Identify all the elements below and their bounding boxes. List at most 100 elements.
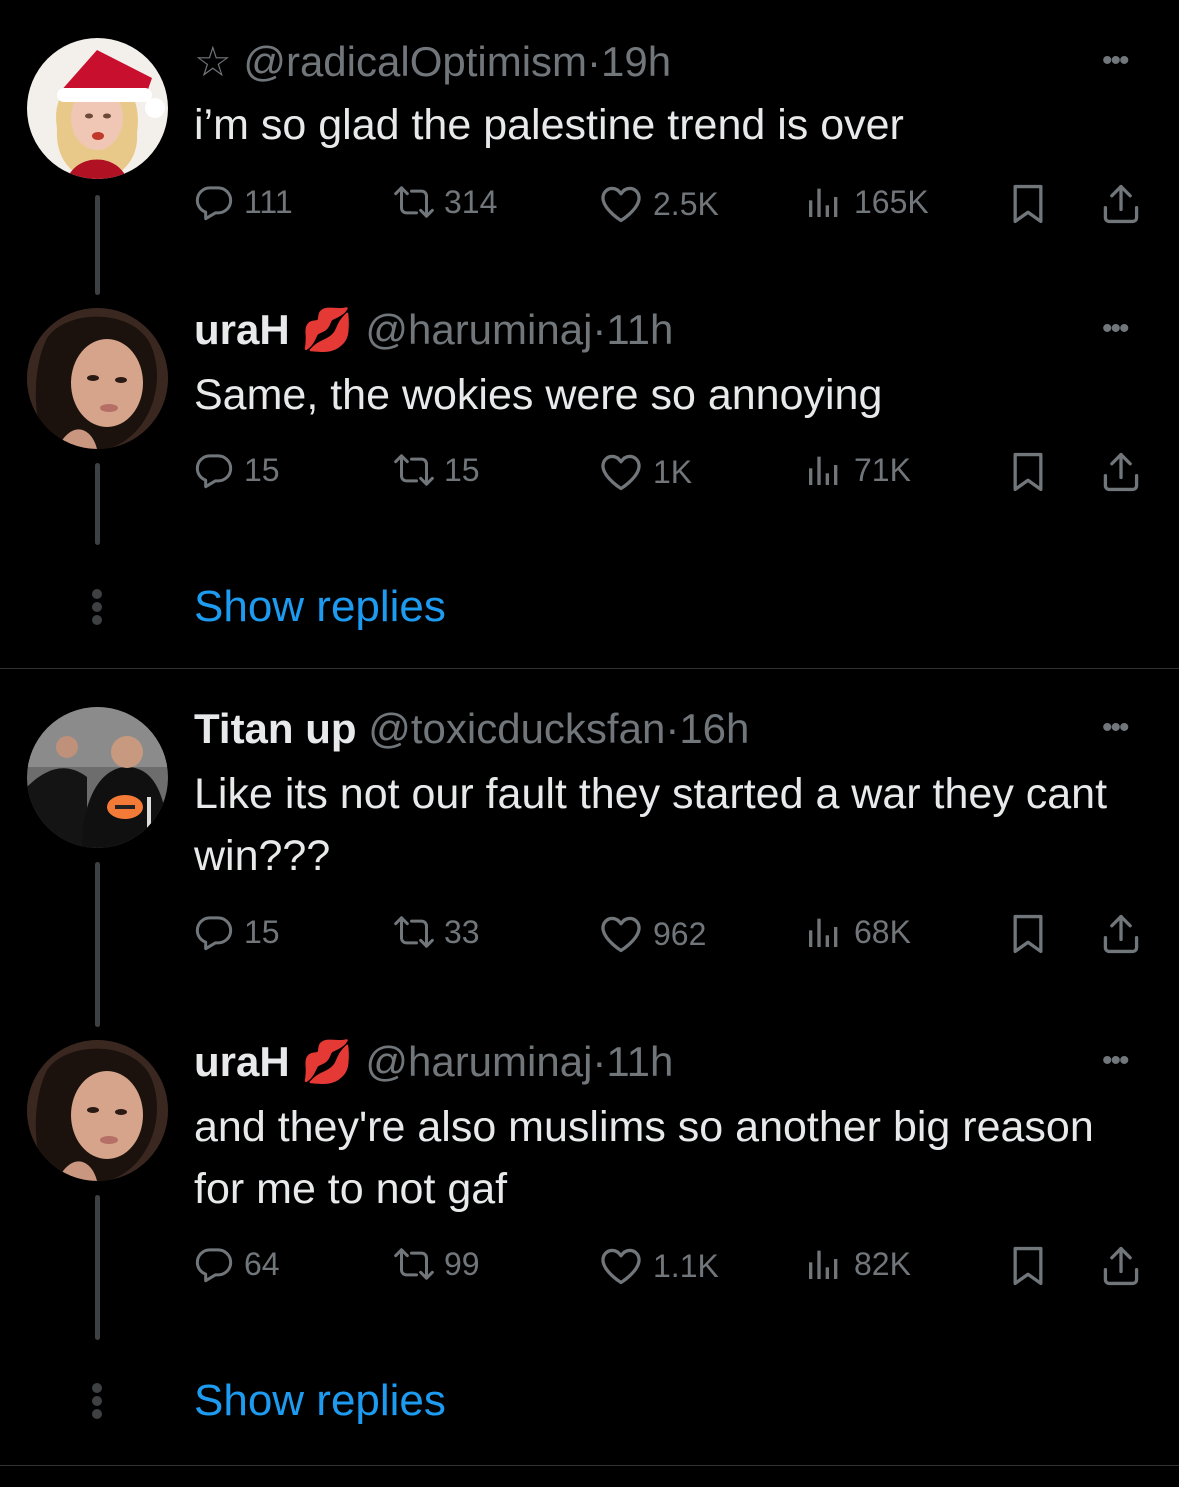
tweet-actions: 15 33 962 68K: [194, 912, 1154, 962]
like-button[interactable]: 1K: [599, 450, 692, 494]
tweet-text: and they're also muslims so another big …: [194, 1103, 1094, 1213]
share-icon: [1099, 182, 1143, 226]
retweet-icon: [394, 450, 434, 490]
like-button[interactable]: 1.1K: [599, 1244, 719, 1288]
retweet-count: 33: [444, 913, 480, 950]
share-button[interactable]: [1099, 182, 1153, 226]
user-handle[interactable]: @haruminaj: [365, 1038, 592, 1085]
retweet-count: 314: [444, 183, 498, 220]
bookmark-button[interactable]: [1006, 182, 1060, 226]
bookmark-button[interactable]: [1006, 912, 1060, 956]
tweet-actions: 15 15 1K 71K: [194, 450, 1154, 500]
thread-dots: [91, 589, 103, 628]
tweet-text: Same, the wokies were so annoying: [194, 371, 883, 419]
more-icon[interactable]: •••: [1102, 711, 1129, 745]
separator-dot: ·: [592, 1038, 607, 1085]
reply-count: 15: [244, 913, 280, 950]
separator-dot: ·: [587, 38, 602, 85]
like-count: 1.1K: [653, 1247, 719, 1284]
show-replies-link[interactable]: Show replies: [194, 1376, 446, 1426]
lips-badge-icon: 💋: [301, 306, 354, 353]
share-button[interactable]: [1099, 912, 1153, 956]
retweet-button[interactable]: 314: [394, 182, 497, 222]
user-handle[interactable]: @toxicducksfan: [368, 705, 665, 752]
like-button[interactable]: 2.5K: [599, 182, 719, 226]
tweet-header: uraH 💋 @haruminaj·11h: [194, 304, 673, 356]
avatar[interactable]: [27, 1040, 168, 1181]
reply-icon: [194, 450, 234, 490]
separator-dot: ·: [665, 705, 680, 752]
star-badge-icon: ☆: [194, 38, 232, 85]
more-icon[interactable]: •••: [1102, 44, 1129, 78]
share-button[interactable]: [1099, 1244, 1153, 1288]
views-icon: [804, 450, 844, 490]
tweet-text: i’m so glad the palestine trend is over: [194, 101, 904, 149]
views-button[interactable]: 68K: [804, 912, 911, 952]
views-button[interactable]: 71K: [804, 450, 911, 490]
views-button[interactable]: 165K: [804, 182, 929, 222]
thread-line: [95, 463, 100, 545]
lips-badge-icon: 💋: [301, 1038, 354, 1085]
reply-button[interactable]: 15: [194, 450, 280, 490]
more-icon[interactable]: •••: [1102, 312, 1129, 346]
avatar[interactable]: [27, 308, 168, 449]
bookmark-icon: [1006, 182, 1050, 226]
user-handle[interactable]: @radicalOptimism: [243, 38, 587, 85]
bookmark-button[interactable]: [1006, 450, 1060, 494]
reply-button[interactable]: 15: [194, 912, 280, 952]
like-button[interactable]: 962: [599, 912, 706, 956]
tweet-header: ☆ @radicalOptimism·19h: [194, 36, 671, 88]
views-count: 82K: [854, 1245, 911, 1282]
reply-count: 15: [244, 451, 280, 488]
like-count: 962: [653, 915, 707, 952]
views-icon: [804, 912, 844, 952]
like-icon: [599, 182, 643, 226]
share-icon: [1099, 1244, 1143, 1288]
like-icon: [599, 912, 643, 956]
views-icon: [804, 1244, 844, 1284]
tweet-actions: 64 99 1.1K 82K: [194, 1244, 1154, 1294]
bookmark-button[interactable]: [1006, 1244, 1060, 1288]
bookmark-icon: [1006, 912, 1050, 956]
thread-line: [95, 1195, 100, 1340]
views-icon: [804, 182, 844, 222]
bookmark-icon: [1006, 1244, 1050, 1288]
thread-dots: [91, 1383, 103, 1422]
tweet-header: Titan up @toxicducksfan·16h: [194, 703, 749, 755]
retweet-icon: [394, 182, 434, 222]
retweet-count: 99: [444, 1245, 480, 1282]
reply-button[interactable]: 111: [194, 182, 293, 222]
display-name[interactable]: Titan up: [194, 705, 357, 752]
reply-icon: [194, 1244, 234, 1284]
retweet-count: 15: [444, 451, 480, 488]
tweet-time[interactable]: 16h: [679, 705, 749, 752]
share-button[interactable]: [1099, 450, 1153, 494]
divider: [0, 1465, 1179, 1466]
like-count: 2.5K: [653, 185, 719, 222]
more-icon[interactable]: •••: [1102, 1044, 1129, 1078]
display-name[interactable]: uraH: [194, 306, 290, 353]
views-button[interactable]: 82K: [804, 1244, 911, 1284]
retweet-button[interactable]: 99: [394, 1244, 480, 1284]
share-icon: [1099, 450, 1143, 494]
user-handle[interactable]: @haruminaj: [365, 306, 592, 353]
like-icon: [599, 450, 643, 494]
thread-line: [95, 862, 100, 1027]
reply-button[interactable]: 64: [194, 1244, 280, 1284]
tweet-text: Like its not our fault they started a wa…: [194, 770, 1108, 880]
divider: [0, 668, 1179, 669]
display-name[interactable]: uraH: [194, 1038, 290, 1085]
reply-count: 64: [244, 1245, 280, 1282]
views-count: 165K: [854, 183, 929, 220]
retweet-button[interactable]: 33: [394, 912, 480, 952]
tweet-header: uraH 💋 @haruminaj·11h: [194, 1036, 673, 1088]
share-icon: [1099, 912, 1143, 956]
tweet-time[interactable]: 11h: [606, 306, 673, 353]
tweet-time[interactable]: 11h: [606, 1038, 673, 1085]
avatar[interactable]: [27, 707, 168, 848]
like-count: 1K: [653, 453, 693, 490]
tweet-time[interactable]: 19h: [601, 38, 671, 85]
retweet-button[interactable]: 15: [394, 450, 480, 490]
avatar[interactable]: [27, 38, 168, 179]
show-replies-link[interactable]: Show replies: [194, 582, 446, 632]
